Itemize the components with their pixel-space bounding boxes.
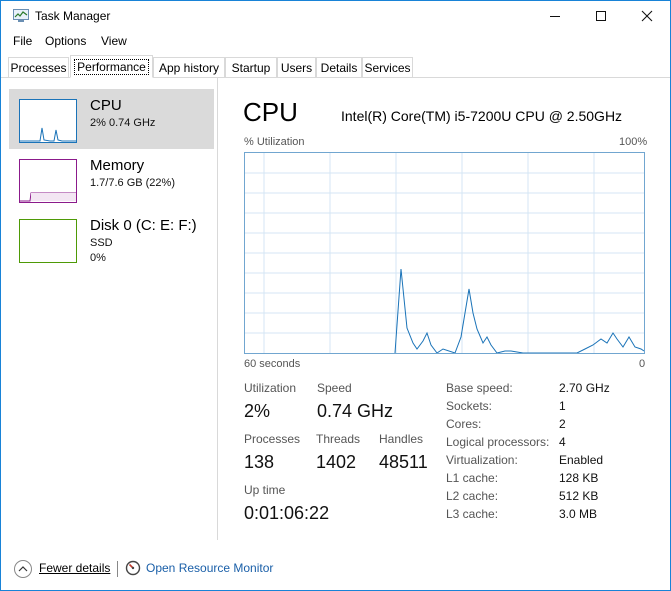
spec-value-l1-cache: 128 KB [559,471,599,485]
open-resource-monitor-link[interactable]: Open Resource Monitor [146,561,273,575]
spec-value-l2-cache: 512 KB [559,489,599,503]
resource-monitor-icon[interactable] [125,560,141,576]
spec-label-logical-processors: Logical processors: [446,435,550,449]
spec-label-base-speed: Base speed: [446,381,513,395]
tab-app-history-label: App history [158,60,220,75]
resource-item-disk[interactable]: Disk 0 (C: E: F:) SSD 0% [9,209,214,269]
minimize-button[interactable] [532,1,578,31]
footer-separator [117,561,118,577]
resource-item-cpu[interactable]: CPU 2% 0.74 GHz [9,89,214,149]
memory-thumbnail-graph [19,159,77,203]
resource-sub-memory: 1.7/7.6 GB (22%) [90,177,175,189]
speed-label: Speed [317,381,352,395]
cpu-thumbnail-sparkline [20,127,76,142]
resource-item-memory[interactable]: Memory 1.7/7.6 GB (22%) [9,149,214,209]
tab-details[interactable]: Details [316,57,362,77]
cpu-thumbnail-graph [19,99,77,143]
tab-details-label: Details [320,60,358,75]
spec-value-cores: 2 [559,417,566,431]
spec-value-base-speed: 2.70 GHz [559,381,610,395]
graph-min-label: 0 [639,358,646,370]
task-manager-app-icon [13,9,29,22]
chevron-up-circle-icon[interactable] [13,559,33,579]
tab-services-label: Services [364,60,411,75]
tab-services[interactable]: Services [362,57,413,77]
maximize-icon [596,11,606,21]
tab-users-label: Users [280,60,313,75]
graph-time-label: 60 seconds [244,358,301,370]
resource-sub-disk-type: SSD [90,237,113,249]
close-button[interactable] [624,1,670,31]
uptime-label: Up time [244,483,286,497]
spec-label-l3-cache: L3 cache: [446,507,499,521]
resource-list: CPU 2% 0.74 GHz Memory 1.7/7.6 GB (22%) … [1,78,218,540]
spec-label-l1-cache: L1 cache: [446,471,499,485]
close-icon [641,10,653,22]
graph-gridlines [245,153,644,353]
tab-processes[interactable]: Processes [8,57,69,77]
tab-performance[interactable]: Performance [70,55,153,78]
tab-startup-label: Startup [231,60,271,75]
processes-label: Processes [244,432,301,446]
page-title: CPU [243,97,298,127]
cpu-model-name: Intel(R) Core(TM) i5-7200U CPU @ 2.50GHz [341,108,623,124]
cpu-utilization-chart [245,153,645,354]
spec-value-logical-processors: 4 [559,435,566,449]
maximize-button[interactable] [578,1,624,31]
graph-max-label: 100% [619,136,648,148]
threads-value: 1402 [316,452,357,472]
spec-label-cores: Cores: [446,417,482,431]
graph-y-label: % Utilization [244,136,305,148]
cpu-utilization-series [394,268,645,354]
resource-name-cpu: CPU [90,97,122,114]
resource-name-memory: Memory [90,157,145,174]
speed-value: 0.74 GHz [317,401,394,421]
spec-value-sockets: 1 [559,399,566,413]
memory-thumbnail-sparkline [20,192,76,202]
resource-sub-disk-usage: 0% [90,252,106,264]
minimize-icon [550,16,560,17]
tab-strip: Processes Performance App history Startu… [8,55,670,78]
menu-bar: File Options View [1,32,670,52]
threads-label: Threads [316,432,361,446]
processes-value: 138 [244,452,275,472]
disk-thumbnail-graph [19,219,77,263]
uptime-value: 0:01:06:22 [244,503,330,523]
tab-app-history[interactable]: App history [153,57,225,77]
tab-users[interactable]: Users [277,57,316,77]
handles-value: 48511 [379,452,428,472]
spec-label-sockets: Sockets: [446,399,493,413]
cpu-utilization-graph [244,152,645,354]
spec-label-l2-cache: L2 cache: [446,489,499,503]
utilization-label: Utilization [244,381,297,395]
spec-value-l3-cache: 3.0 MB [559,507,598,521]
title-bar[interactable]: Task Manager [1,1,670,31]
resource-name-disk: Disk 0 (C: E: F:) [90,217,197,234]
menu-file[interactable]: File [13,34,32,48]
menu-view[interactable]: View [101,34,127,48]
tab-performance-label: Performance [74,58,149,75]
spec-label-virtualization: Virtualization: [446,453,518,467]
resource-sub-cpu: 2% 0.74 GHz [90,117,156,129]
tab-processes-label: Processes [10,60,67,75]
handles-label: Handles [379,432,424,446]
menu-options[interactable]: Options [45,34,86,48]
task-manager-window: Task Manager File Options View Processes… [0,0,671,591]
tab-startup[interactable]: Startup [225,57,277,77]
utilization-value: 2% [244,401,271,421]
window-title: Task Manager [35,9,111,23]
spec-value-virtualization: Enabled [559,453,604,467]
fewer-details-link[interactable]: Fewer details [39,561,110,575]
footer-bar: Fewer details Open Resource Monitor [1,551,670,589]
